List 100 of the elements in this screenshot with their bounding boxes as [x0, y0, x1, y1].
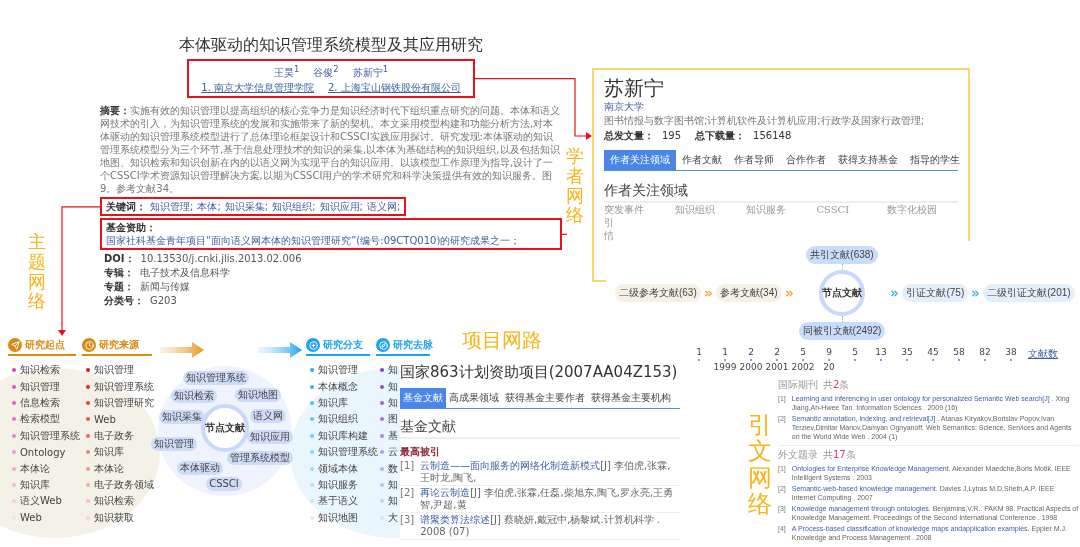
topic-item[interactable]: 知 — [388, 477, 398, 492]
keyword-link[interactable]: 知识管理; — [150, 200, 194, 214]
author-link[interactable]: 谷俊$^{2}$ — [313, 63, 339, 80]
field-label: 专题： — [104, 280, 134, 295]
tab[interactable]: 作者关注领域 — [604, 150, 676, 170]
keyword-link[interactable]: 知识应用; — [319, 200, 363, 214]
citing-node[interactable]: 二级引证文献(201) — [983, 284, 1075, 302]
tab[interactable]: 基金文献 — [400, 388, 446, 408]
topic-item[interactable]: 数 — [388, 461, 398, 476]
topic-item[interactable]: 知识管理系统 — [94, 379, 154, 394]
topic-tag[interactable]: 知识应用 — [247, 430, 293, 444]
topic-item[interactable]: 知识服务 — [318, 477, 358, 492]
reference-node[interactable]: 参考文献(34) — [715, 284, 782, 302]
field-label: DOI： — [104, 252, 135, 267]
keyword-link[interactable]: 本体; — [197, 200, 221, 214]
affiliation-link[interactable]: 2. 上海宝山钢铁股份有限公司 — [328, 81, 461, 95]
topic-tag[interactable]: 知识管理系统 — [183, 371, 249, 385]
topic-item[interactable]: 知识管理系统 — [20, 428, 80, 443]
topic-item[interactable]: 语义Web — [20, 494, 62, 509]
topic-item[interactable]: Web — [20, 512, 42, 524]
tab[interactable]: 获得基金主要机构 — [588, 388, 674, 408]
topic-item[interactable]: 知识管理 — [318, 363, 358, 378]
topic-item[interactable]: 知识库构建 — [318, 428, 368, 443]
author-link[interactable]: 王昊$^{1}$ — [274, 63, 300, 80]
count-value: 38 — [1005, 347, 1017, 358]
topic-item[interactable]: 知识管理 — [20, 379, 60, 394]
section-label: 引文网络 — [748, 412, 772, 518]
topic-item[interactable]: 知 — [388, 494, 398, 509]
reference-node[interactable]: 二级参考文献(63) — [614, 284, 701, 302]
bullet-dot — [310, 450, 314, 455]
topic-item[interactable]: 电子政务 — [94, 428, 134, 443]
fund-link[interactable]: 国家社科基金青年项目“面向语义网本体的知识管理研究”(编号:09CTQ010)的研究成果之一； — [106, 234, 521, 248]
topic-tag[interactable]: 知识采集 — [159, 410, 205, 424]
topic-item[interactable]: 图 — [388, 412, 398, 427]
related-node[interactable]: 同被引文献(2492) — [798, 322, 886, 340]
clock-icon — [82, 338, 96, 352]
tab[interactable]: 指导的学生 — [904, 150, 966, 170]
topic-item[interactable]: 本体论 — [20, 461, 50, 476]
topic-item[interactable]: Ontology — [20, 446, 66, 458]
reference-link[interactable]: 谱聚类算法综述 — [420, 514, 491, 525]
topic-item[interactable]: 知识库 — [94, 445, 124, 460]
column-header: 研究分支 — [306, 338, 370, 356]
tab[interactable]: 高成果领域 — [446, 388, 502, 408]
author-link[interactable]: 苏新宁$^{1}$ — [352, 63, 388, 80]
item-number: [2] — [400, 487, 415, 500]
topic-tag[interactable]: CSSCI — [206, 477, 242, 491]
count-value: 13 — [875, 347, 887, 358]
topic-tag[interactable]: 语义网 — [250, 409, 286, 423]
bullet-dot — [310, 400, 314, 405]
topic-item[interactable]: 检索模型 — [20, 412, 60, 427]
topic-item[interactable]: 本体概念 — [318, 379, 358, 394]
bullet-dot — [310, 417, 314, 422]
topic-item[interactable]: Web — [94, 413, 116, 425]
topic-item[interactable]: 知识管理 — [94, 363, 134, 378]
keyword-link[interactable]: 语义网; — [366, 200, 401, 214]
topic-item[interactable]: 知识管理研究 — [94, 395, 154, 410]
topic-item[interactable]: 电子政务领域 — [94, 477, 154, 492]
bullet-dot — [380, 466, 384, 471]
org-link[interactable]: 南京大学 — [604, 100, 644, 114]
topic-item[interactable]: 知识库 — [318, 395, 348, 410]
topic-item[interactable]: 知识获取 — [94, 510, 134, 525]
topic-tag[interactable]: 知识管理 — [151, 437, 197, 451]
topic-item[interactable]: 信息检索 — [20, 395, 60, 410]
keyword-link[interactable]: 知识采集; — [224, 200, 269, 214]
tab[interactable]: 合作作者 — [780, 150, 832, 170]
reference-link[interactable]: 再论云制造 — [420, 487, 471, 498]
topic-tag[interactable]: 知识地图 — [235, 388, 281, 402]
affiliation-link[interactable]: 1. 南京大学信息管理学院 — [201, 81, 314, 95]
bullet-dot — [380, 499, 384, 504]
topic-item[interactable]: 知识管理系统 — [318, 445, 378, 460]
topic-item[interactable]: 大 — [388, 510, 398, 525]
topic-tag[interactable]: 管理系统模型 — [227, 451, 293, 465]
topic-item[interactable]: 知 — [388, 379, 398, 394]
keyword-link[interactable]: 知识组织; — [272, 200, 316, 214]
topic-item[interactable]: 基于语义 — [318, 494, 358, 509]
topic-tag[interactable]: 知识检索 — [171, 389, 217, 403]
topic-item[interactable]: 知识组织 — [318, 412, 358, 427]
bullet-dot — [310, 433, 314, 438]
bullet-dot — [86, 450, 90, 455]
topic-item[interactable]: 知识检索 — [20, 363, 60, 378]
topic-item[interactable]: 领域本体 — [318, 461, 358, 476]
topic-item[interactable]: 基 — [388, 428, 398, 443]
topic-item[interactable]: 知识地图 — [318, 510, 358, 525]
topic-item[interactable]: 云 — [388, 445, 398, 460]
column-header: 研究来源 — [82, 338, 152, 356]
topic-item[interactable]: 本体论 — [94, 461, 124, 476]
item-number: [1] — [400, 460, 415, 473]
topic-item[interactable]: 知识检索 — [94, 494, 134, 509]
legend-link[interactable]: 文献数 — [1028, 347, 1058, 361]
related-node[interactable]: 共引文献(638) — [806, 246, 878, 264]
tab[interactable]: 作者文献 — [676, 150, 728, 170]
topic-item[interactable]: 知 — [388, 363, 398, 378]
bullet-dot — [380, 400, 384, 405]
topic-tag[interactable]: 本体驱动 — [177, 461, 223, 475]
topic-item[interactable]: 知 — [388, 395, 398, 410]
topic-item[interactable]: 知识库 — [20, 477, 50, 492]
tab[interactable]: 获得基金主要作者 — [502, 388, 588, 408]
tab[interactable]: 获得支持基金 — [832, 150, 904, 170]
tab[interactable]: 作者导师 — [728, 150, 780, 170]
citing-node[interactable]: 引证文献(75) — [902, 284, 969, 302]
